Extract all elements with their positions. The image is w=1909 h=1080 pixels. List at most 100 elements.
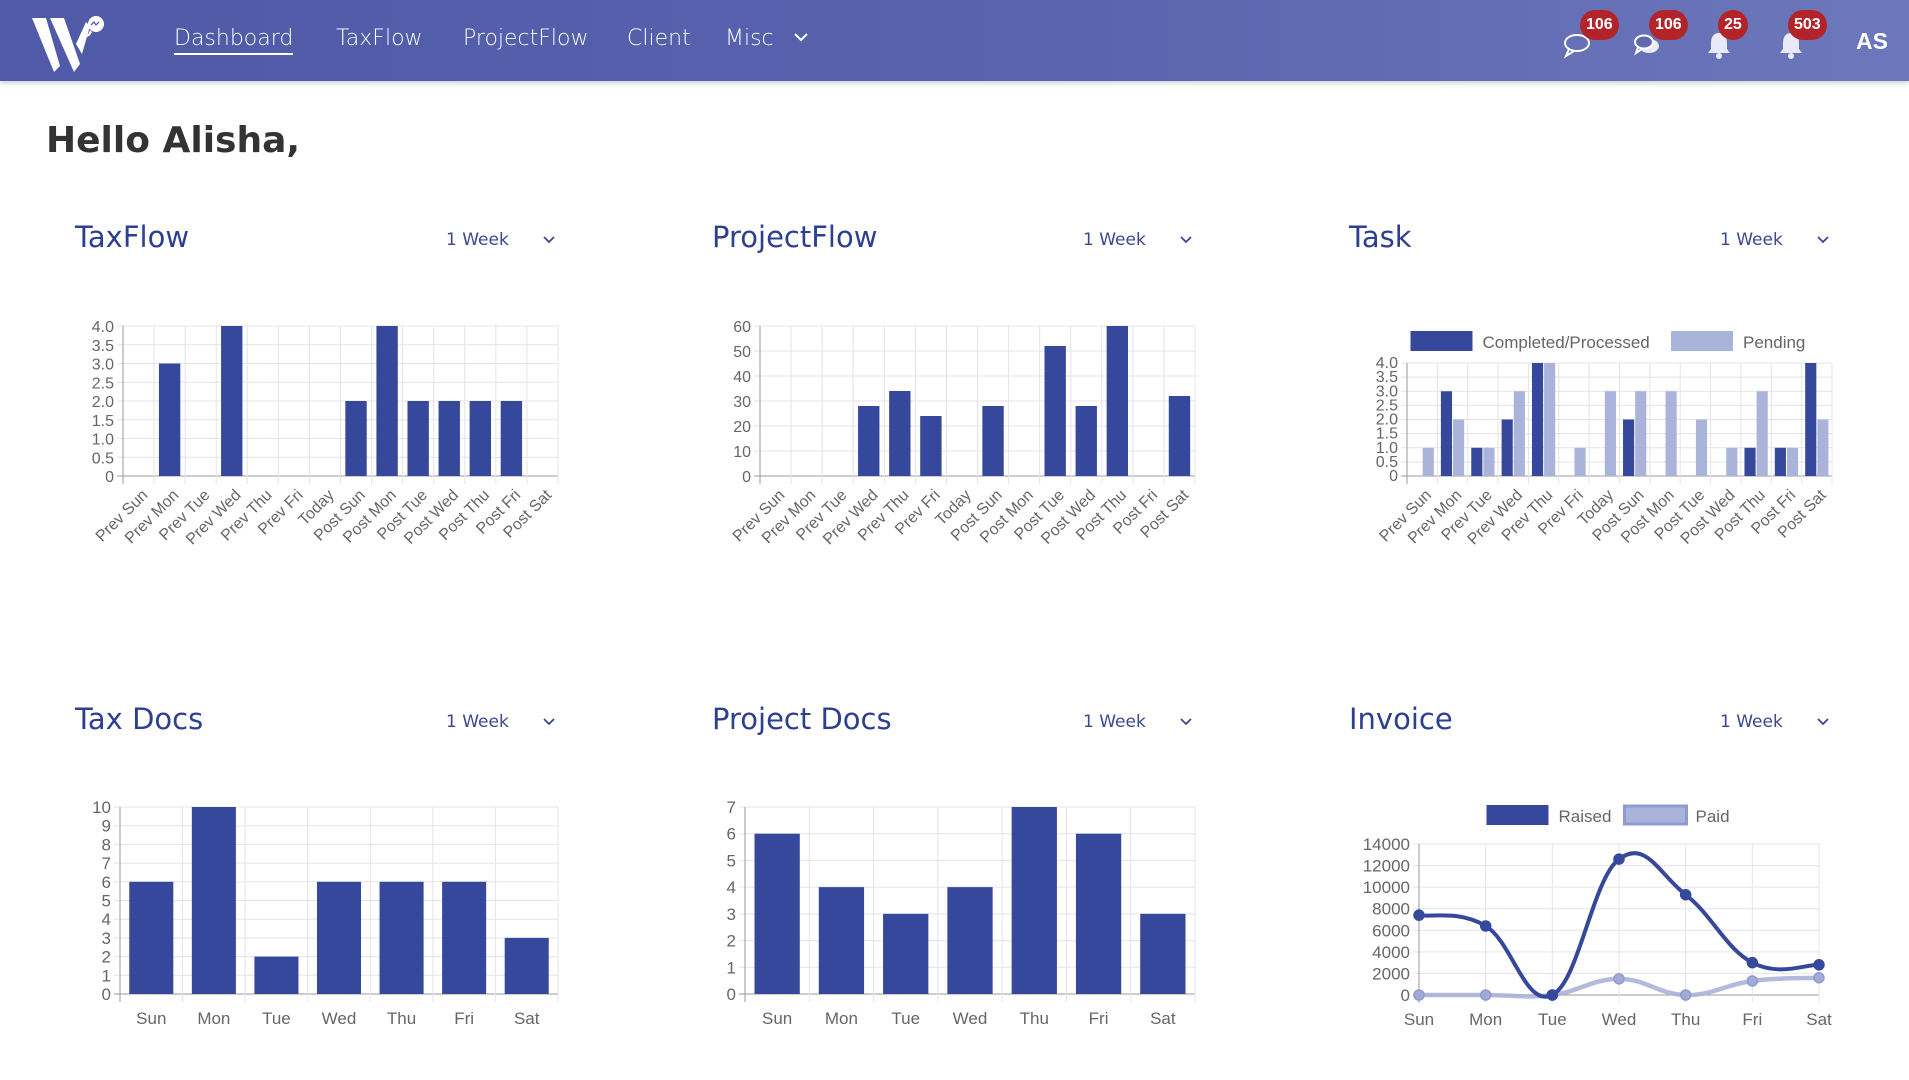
range-select[interactable]: 1 Week: [1083, 712, 1192, 732]
bar: [1483, 447, 1495, 476]
data-point: [1613, 973, 1625, 985]
x-tick-label: Tue: [262, 1009, 291, 1028]
y-tick-label: 10: [733, 444, 751, 461]
data-point: [1813, 971, 1825, 984]
range-select[interactable]: 1 Week: [1720, 230, 1829, 250]
bar: [1501, 419, 1513, 476]
card-title: TaxFlow: [75, 220, 190, 254]
y-tick-label: 10: [92, 798, 111, 817]
card-title: Task: [1349, 220, 1412, 254]
bar: [1805, 363, 1817, 476]
bar: [191, 807, 236, 994]
bar: [1756, 391, 1768, 476]
company-logo[interactable]: [30, 14, 106, 72]
range-select[interactable]: 1 Week: [446, 712, 555, 732]
y-tick-label: 2.0: [92, 394, 114, 411]
y-tick-label: 0: [102, 985, 111, 1004]
y-tick-label: 10000: [1363, 878, 1410, 897]
data-point: [1613, 853, 1625, 865]
y-tick-label: 0: [105, 469, 114, 486]
bar: [1168, 396, 1191, 476]
legend-swatch: [1410, 331, 1473, 351]
legend-swatch: [1486, 805, 1549, 825]
chat-badge: 106: [1580, 10, 1619, 40]
bar: [316, 881, 362, 994]
alerts-badge: 503: [1788, 10, 1827, 40]
user-avatar[interactable]: AS: [1856, 28, 1888, 55]
y-tick-label: 1: [727, 958, 736, 977]
y-tick-label: 4.0: [1376, 355, 1398, 372]
chats-button[interactable]: 106: [1632, 10, 1688, 66]
bar: [858, 406, 880, 476]
nav-dashboard[interactable]: Dashboard: [174, 26, 294, 55]
y-tick-label: 1.5: [92, 413, 114, 430]
bar: [947, 887, 993, 994]
bar: [754, 833, 800, 994]
data-point: [1813, 959, 1825, 971]
y-tick-label: 4.0: [92, 319, 114, 336]
y-tick-label: 8000: [1372, 900, 1410, 919]
range-select[interactable]: 1 Week: [446, 230, 555, 250]
bar: [1471, 447, 1483, 476]
y-tick-label: 50: [733, 344, 751, 361]
y-tick-label: 12000: [1363, 857, 1410, 876]
bar: [1635, 391, 1647, 476]
data-point: [1546, 989, 1559, 1001]
y-tick-label: 2: [102, 948, 111, 967]
legend-swatch: [1623, 804, 1688, 826]
invoice-chart: 0 2000 4000 6000 8000 10000 12000 14000 Sun Mon Tu…: [1363, 804, 1832, 1029]
bar: [504, 937, 549, 994]
alerts-button[interactable]: 503: [1776, 10, 1827, 66]
bar: [254, 956, 299, 994]
legend-label: Paid: [1696, 807, 1730, 826]
nav-client[interactable]: Client: [627, 26, 691, 51]
range-value: 1 Week: [446, 712, 509, 732]
bar: [1623, 419, 1635, 476]
y-tick-label: 30: [733, 394, 751, 411]
projectflow-chart: 0102030405060Prev SunPrev MonPrev TuePre…: [730, 319, 1196, 548]
bar: [1817, 419, 1829, 476]
y-tick-label: 3: [102, 929, 111, 948]
bar: [407, 401, 429, 476]
nav-projectflow[interactable]: ProjectFlow: [463, 26, 589, 51]
bar: [1574, 447, 1586, 476]
x-tick-label: Mon: [197, 1009, 230, 1028]
bar: [818, 887, 865, 994]
range-value: 1 Week: [1083, 712, 1146, 732]
bar: [1513, 391, 1525, 476]
bar: [158, 363, 181, 476]
nav-taxflow[interactable]: TaxFlow: [336, 26, 423, 51]
bar: [883, 913, 929, 994]
range-select[interactable]: 1 Week: [1083, 230, 1192, 250]
bar: [1774, 447, 1786, 476]
range-select[interactable]: 1 Week: [1720, 712, 1829, 732]
bar: [1665, 391, 1677, 476]
chevron-down-icon: [543, 718, 555, 726]
chevron-down-icon: [1817, 236, 1829, 244]
bar: [1044, 346, 1066, 476]
chat-button[interactable]: 106: [1560, 10, 1619, 66]
y-tick-label: 3: [727, 905, 736, 924]
data-point: [1679, 888, 1692, 901]
notifications-button[interactable]: 25: [1704, 10, 1748, 66]
y-tick-label: 4: [727, 878, 736, 897]
bar: [345, 401, 367, 476]
chevron-down-icon: [1817, 718, 1829, 726]
nav-misc[interactable]: Misc: [725, 26, 809, 51]
y-tick-label: 2.5: [92, 375, 114, 392]
bar: [442, 881, 487, 994]
bar: [1453, 419, 1465, 476]
card-title: Project Docs: [712, 702, 892, 736]
legend-label: Pending: [1743, 333, 1805, 352]
data-point: [1746, 956, 1759, 969]
x-tick-label: Sun: [762, 1009, 792, 1028]
chevron-down-icon: [793, 33, 808, 42]
x-tick-label: Fri: [1742, 1010, 1762, 1029]
y-tick-label: 0: [742, 469, 751, 486]
bar: [1440, 391, 1453, 476]
y-tick-label: 60: [733, 319, 751, 336]
y-tick-label: 40: [733, 369, 751, 386]
y-tick-label: 7: [727, 798, 736, 817]
y-tick-label: 1: [102, 966, 111, 985]
y-tick-label: 14000: [1363, 835, 1410, 854]
